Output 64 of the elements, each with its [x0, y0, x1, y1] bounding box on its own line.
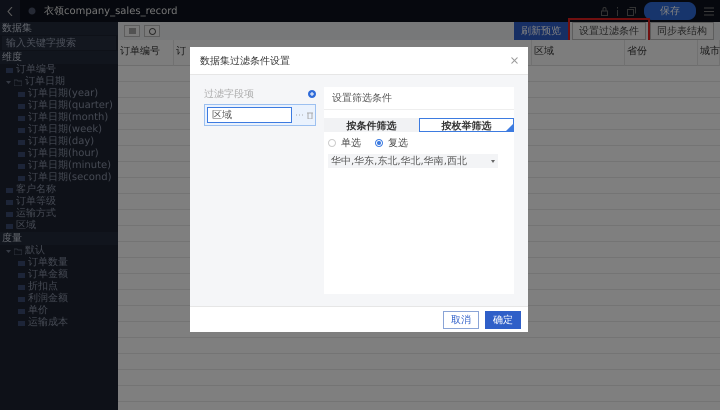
tree-item[interactable]: 运输方式: [16, 208, 56, 220]
close-button[interactable]: [511, 54, 518, 66]
menu-icon[interactable]: [704, 6, 714, 16]
tree-item[interactable]: 订单日期(second): [28, 172, 112, 184]
tree-item[interactable]: 区域: [16, 220, 36, 232]
panel-title: 设置筛选条件: [324, 87, 514, 110]
dataset-icon: [28, 7, 36, 15]
dialog-button[interactable]: 取消: [443, 310, 479, 328]
tree-item[interactable]: 订单等级: [16, 196, 56, 208]
tree-item[interactable]: 订单日期(month): [28, 112, 108, 124]
dialog-title: 数据集过滤条件设置: [200, 54, 290, 68]
tree-item[interactable]: 订单日期(year): [28, 88, 98, 100]
values-select[interactable]: 华中,华东,东北,华北,华南,西北: [328, 154, 498, 168]
add-icon[interactable]: [308, 90, 316, 98]
tree-item[interactable]: 订单日期(minute): [28, 160, 112, 172]
tree-item[interactable]: 订单日期(day): [28, 136, 94, 148]
filter-field-row[interactable]: 区域: [204, 104, 316, 126]
save-button[interactable]: 保存: [644, 2, 696, 20]
tree-item[interactable]: 订单数量: [28, 257, 68, 269]
back-button[interactable]: [0, 0, 20, 22]
radio-option[interactable]: 单选: [328, 136, 361, 150]
caret-icon[interactable]: [6, 80, 11, 84]
tree-item[interactable]: 单价: [28, 305, 48, 317]
tree-item[interactable]: 运输成本: [28, 317, 68, 329]
chevron-left-icon: [7, 6, 13, 16]
field-type-icon: [6, 68, 13, 72]
list-view-button[interactable]: [124, 25, 140, 37]
toolbar-button[interactable]: 同步表结构: [650, 22, 714, 40]
lock-icon[interactable]: [601, 6, 608, 16]
column-header: 订单编号: [118, 40, 174, 66]
search-field[interactable]: 输入关键字搜索: [2, 36, 116, 50]
copy-icon[interactable]: [627, 6, 636, 16]
folder-icon: [14, 248, 22, 254]
trash-icon[interactable]: [307, 112, 313, 118]
dialog-button[interactable]: 确定: [485, 310, 521, 328]
preview-button[interactable]: [144, 25, 160, 37]
section-title: 维度: [0, 51, 118, 64]
caret-icon[interactable]: [6, 248, 11, 254]
tree-item[interactable]: 默认: [25, 245, 45, 257]
filter-field: 区域: [207, 107, 292, 123]
tree-item[interactable]: 订单日期(quarter): [28, 100, 113, 112]
toolbar-button[interactable]: 刷新预览: [514, 22, 568, 40]
tree-item[interactable]: 折扣点: [28, 281, 58, 293]
column-header: 区域: [532, 40, 625, 66]
column-header: 城市: [698, 40, 720, 66]
circle-icon: [148, 28, 156, 34]
fields-label: 过滤字段项: [204, 88, 254, 101]
window-title: 衣领company_sales_record: [44, 4, 178, 18]
filter-tab[interactable]: 按枚举筛选: [419, 118, 514, 132]
list-icon: [128, 28, 136, 34]
column-header: 省份: [625, 40, 698, 66]
filter-tab[interactable]: 按条件筛选: [324, 118, 419, 132]
section-title: 度量: [0, 232, 118, 245]
folder-icon: [14, 78, 22, 86]
tree-item[interactable]: 订单日期(week): [28, 124, 102, 136]
tree-item[interactable]: 利润金额: [28, 293, 68, 305]
sidebar-title: 数据集: [0, 22, 118, 35]
tree-item[interactable]: 订单金额: [28, 269, 68, 281]
dropdown-caret-icon: [491, 160, 495, 162]
tree-item[interactable]: 订单日期(hour): [28, 148, 99, 160]
radio-option[interactable]: 复选: [375, 136, 408, 150]
tree-item[interactable]: 订单日期: [25, 76, 65, 88]
tree-item[interactable]: 客户名称: [16, 184, 56, 196]
tree-item[interactable]: 订单编号: [16, 64, 56, 76]
